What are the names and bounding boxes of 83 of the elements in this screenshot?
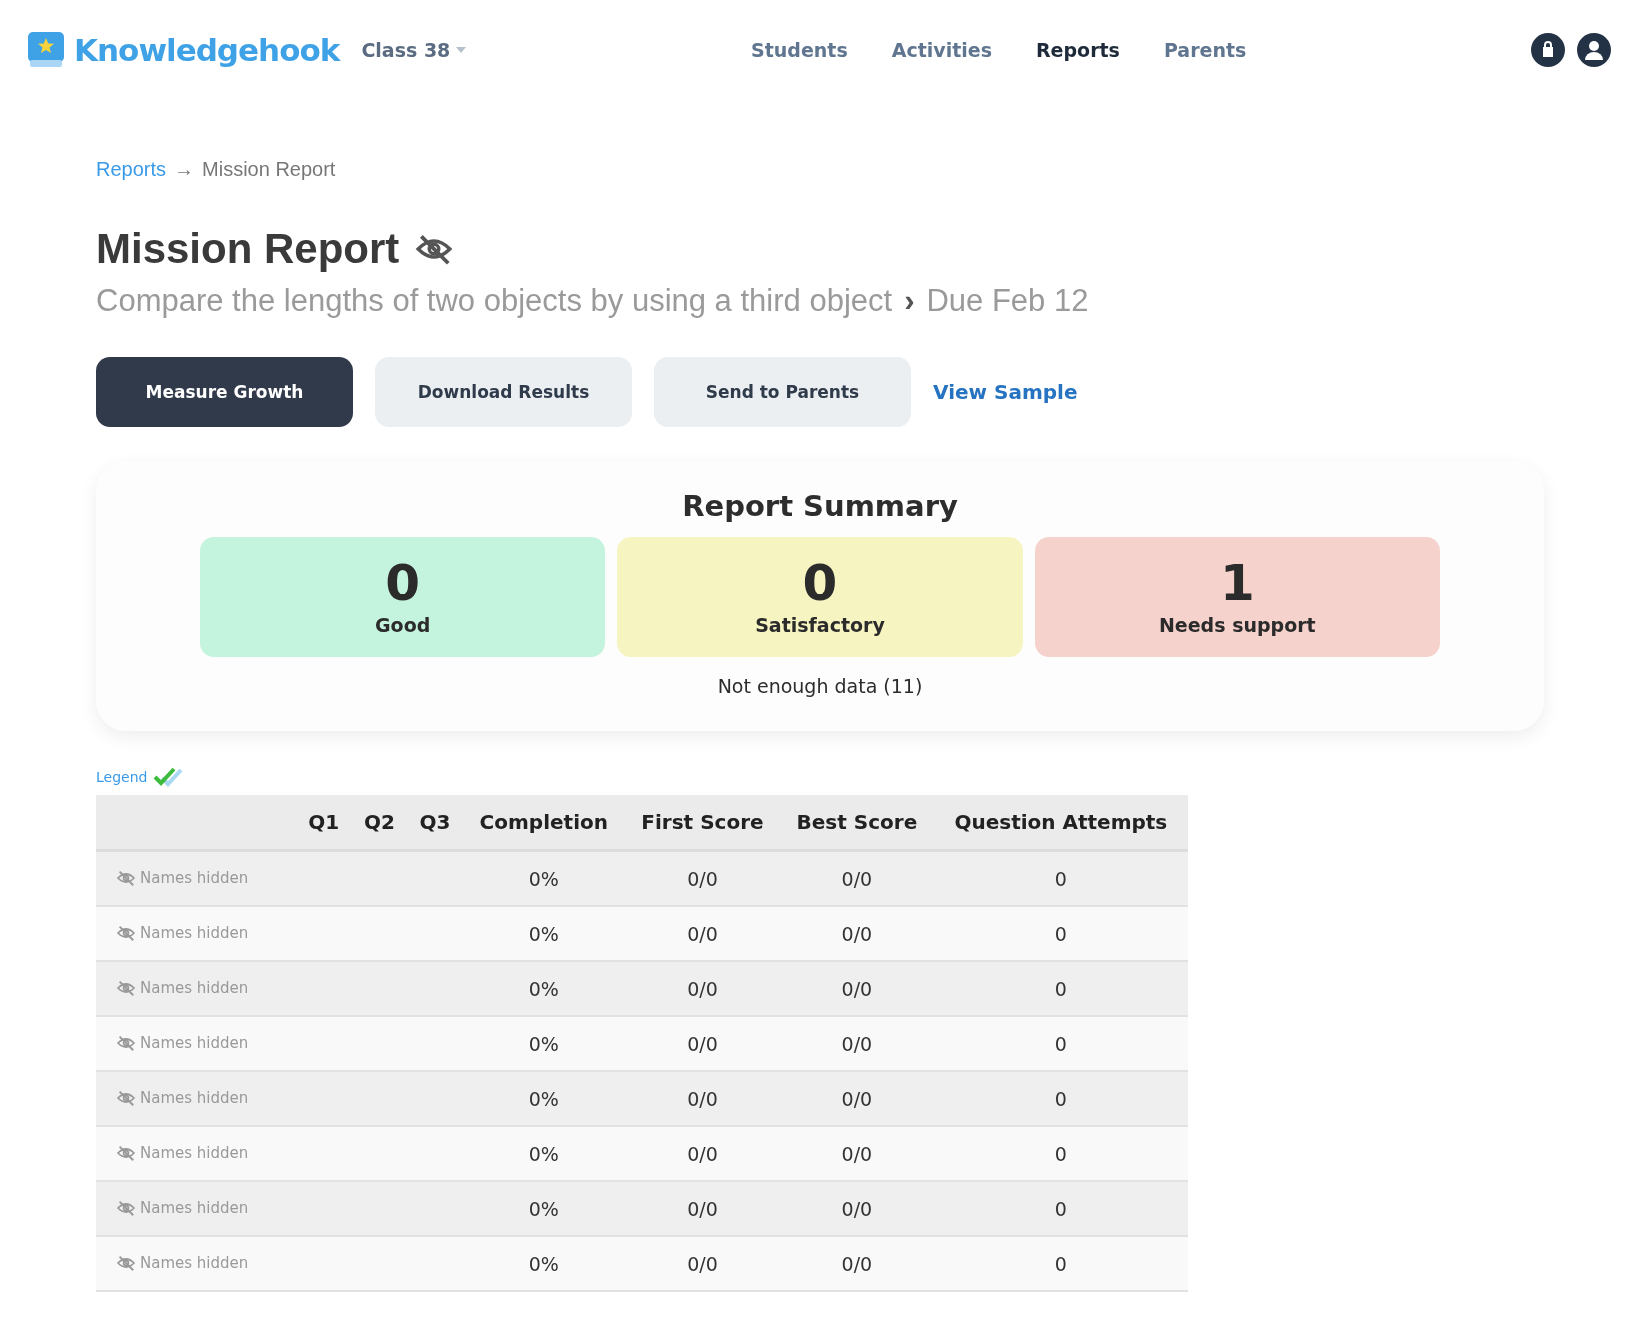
breadcrumb-separator: → [174, 158, 195, 181]
hidden-eye-icon[interactable] [415, 233, 454, 265]
table-cell: 0 [933, 1016, 1188, 1071]
table-cell: 0/0 [624, 1071, 781, 1126]
table-cell: 0/0 [780, 1071, 934, 1126]
student-name: Names hidden [140, 923, 249, 942]
column-header[interactable]: Q2 [351, 795, 408, 851]
double-check-icon [153, 767, 184, 787]
student-name: Names hidden [140, 1143, 249, 1162]
student-name: Names hidden [140, 868, 249, 887]
action-button[interactable]: Send to Parents [654, 357, 911, 427]
table-cell: 0/0 [780, 1016, 934, 1071]
table-cell: 0% [462, 1236, 625, 1291]
table-cell: 0% [462, 1126, 625, 1181]
book-logo-icon [26, 30, 66, 70]
stat-label: Good [375, 614, 431, 636]
hidden-eye-icon [116, 1034, 136, 1051]
table-cell: 0% [462, 1181, 625, 1236]
column-header[interactable]: Q3 [407, 795, 463, 851]
due-date: Due Feb 12 [926, 283, 1089, 319]
table-cell: 0/0 [624, 906, 781, 961]
action-button[interactable]: Download Results [375, 357, 632, 427]
user-icon[interactable] [1576, 32, 1612, 68]
breadcrumb-current: Mission Report [202, 158, 336, 181]
hidden-eye-icon [116, 979, 136, 996]
hidden-eye-icon [116, 924, 136, 941]
table-cell: 0/0 [624, 1181, 781, 1236]
table-cell: 0 [933, 906, 1188, 961]
page-title: Mission Report [96, 225, 400, 273]
student-name: Names hidden [140, 978, 249, 997]
table-cell: 0/0 [780, 961, 934, 1016]
hidden-eye-icon [116, 1254, 136, 1271]
summary-title: Report Summary [681, 489, 959, 523]
table-cell: 0/0 [624, 850, 781, 906]
table-cell: 0 [933, 1181, 1188, 1236]
column-header[interactable]: First Score [624, 795, 781, 851]
table-cell: 0 [933, 850, 1188, 906]
hidden-eye-icon [116, 1199, 136, 1216]
table-cell: 0 [933, 961, 1188, 1016]
stat-label: Needs support [1158, 614, 1316, 636]
table-cell: 0/0 [624, 1126, 781, 1181]
student-name: Names hidden [140, 1088, 249, 1107]
table-cell: 0% [462, 906, 625, 961]
student-name: Names hidden [140, 1253, 249, 1272]
table-cell: 0/0 [780, 1181, 934, 1236]
table-cell: 0/0 [780, 850, 934, 906]
student-name: Names hidden [140, 1198, 249, 1217]
nav-tab[interactable]: Parents [1163, 39, 1247, 61]
hidden-eye-icon [116, 869, 136, 886]
class-dropdown[interactable]: Class 38 [361, 39, 467, 61]
stat-count: 0 [802, 558, 838, 608]
data-note: Not enough data (11) [716, 675, 924, 697]
nav-tab[interactable]: Reports [1035, 39, 1120, 61]
column-header[interactable]: Best Score [780, 795, 934, 851]
table-cell: 0 [933, 1236, 1188, 1291]
table-cell: 0% [462, 1016, 625, 1071]
chevron-text: › [904, 283, 915, 319]
hidden-eye-icon [116, 1089, 136, 1106]
table-cell: 0/0 [624, 961, 781, 1016]
stat-count: 0 [385, 558, 421, 608]
objective-text: Compare the lengths of two objects by using a third object [96, 283, 893, 319]
table-cell: 0/0 [780, 906, 934, 961]
table-cell: 0% [462, 1071, 625, 1126]
table-cell: 0 [933, 1071, 1188, 1126]
column-header[interactable]: Completion [462, 795, 625, 851]
action-button[interactable]: Measure Growth [96, 357, 353, 427]
stat-count: 1 [1219, 558, 1255, 608]
table-cell: 0/0 [624, 1236, 781, 1291]
stat-label: Satisfactory [755, 614, 885, 636]
caret-icon [456, 47, 467, 53]
hidden-eye-icon [116, 1144, 136, 1161]
table-cell: 0 [933, 1126, 1188, 1181]
view-sample-link[interactable]: View Sample [933, 357, 1078, 427]
nav-tab[interactable]: Activities [891, 39, 992, 61]
student-name: Names hidden [140, 1033, 249, 1052]
nav-tab[interactable]: Students [751, 39, 848, 61]
column-header[interactable]: Question Attempts [933, 795, 1188, 851]
column-header[interactable]: Q1 [296, 795, 352, 851]
table-cell: 0% [462, 961, 625, 1016]
table-cell: 0/0 [780, 1236, 934, 1291]
table-cell: 0% [462, 850, 625, 906]
table-cell: 0/0 [780, 1126, 934, 1181]
table-cell: 0/0 [624, 1016, 781, 1071]
